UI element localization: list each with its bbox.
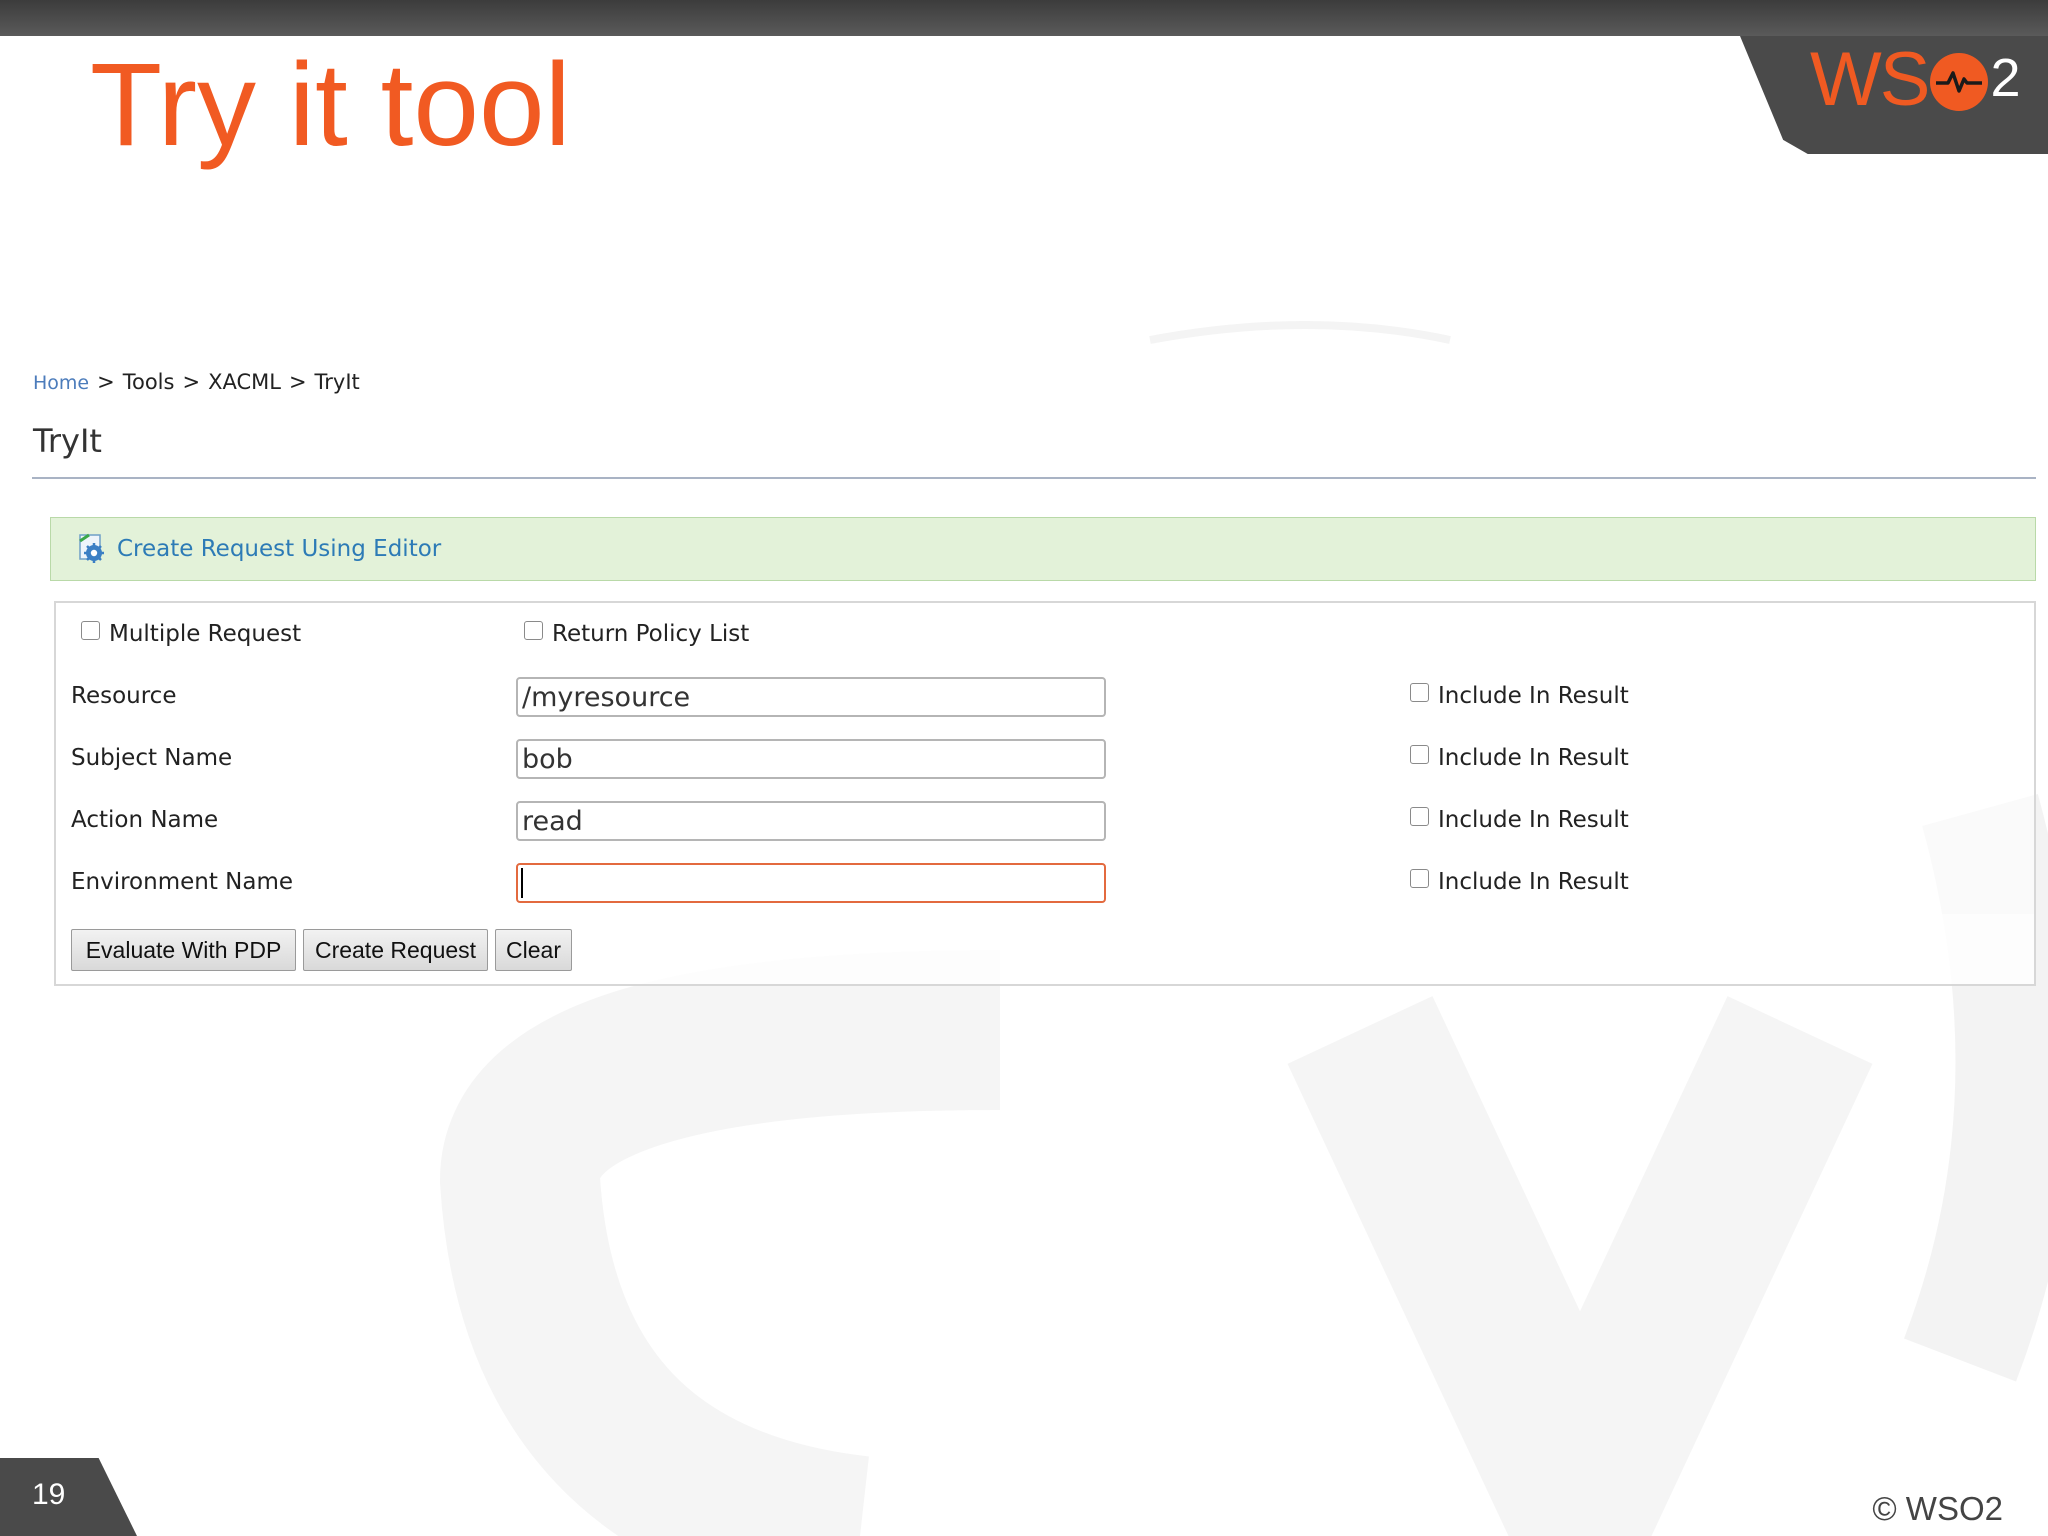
multiple-request-checkbox[interactable] — [81, 621, 100, 640]
resource-include-label: Include In Result — [1438, 683, 1629, 709]
wso2-logo: WS 2 — [1810, 30, 2020, 130]
return-policy-list-label: Return Policy List — [552, 621, 750, 647]
breadcrumb-separator: > — [97, 370, 115, 394]
action-name-label: Action Name — [71, 807, 219, 833]
breadcrumb-separator: > — [182, 370, 201, 394]
clear-button[interactable]: Clear — [495, 929, 572, 971]
logo-ws-text: WS — [1810, 37, 1930, 122]
subject-name-input[interactable] — [516, 739, 1106, 779]
subject-include-checkbox[interactable] — [1410, 745, 1429, 764]
environment-name-label: Environment Name — [71, 869, 294, 895]
slide-number: 19 — [32, 1478, 66, 1511]
resource-include-checkbox[interactable] — [1410, 683, 1429, 702]
environment-include-checkbox[interactable] — [1410, 869, 1429, 888]
logo-subscript: 2 — [1990, 48, 2021, 108]
heading-divider — [32, 477, 2036, 479]
resource-label: Resource — [71, 683, 177, 709]
return-policy-list-checkbox[interactable] — [524, 621, 543, 640]
copyright-notice: © WSO2 — [1872, 1490, 2003, 1527]
breadcrumb-xacml: XACML — [208, 370, 281, 394]
gear-document-icon — [77, 533, 109, 565]
text-caret — [521, 868, 523, 898]
action-include-label: Include In Result — [1438, 807, 1629, 833]
action-name-input[interactable] — [516, 801, 1106, 841]
multiple-request-label: Multiple Request — [109, 621, 302, 647]
breadcrumb-tryit: TryIt — [314, 370, 360, 394]
environment-name-input[interactable] — [516, 863, 1106, 903]
subject-include-label: Include In Result — [1438, 745, 1629, 771]
heartbeat-icon — [1930, 53, 1989, 111]
slide-title: Try it tool — [90, 39, 571, 171]
breadcrumb-tools: Tools — [122, 370, 175, 394]
evaluate-with-pdp-button[interactable]: Evaluate With PDP — [71, 929, 296, 971]
editor-link-label: Create Request Using Editor — [117, 536, 442, 562]
subject-name-label: Subject Name — [71, 745, 233, 771]
create-request-button[interactable]: Create Request — [303, 929, 488, 971]
create-request-editor-link[interactable]: Create Request Using Editor — [77, 533, 441, 565]
action-include-checkbox[interactable] — [1410, 807, 1429, 826]
environment-include-label: Include In Result — [1438, 869, 1629, 895]
breadcrumb-home[interactable]: Home — [33, 372, 89, 394]
page-title: TryIt — [33, 422, 102, 460]
breadcrumb-separator: > — [288, 370, 307, 394]
breadcrumb: Home > Tools > XACML > TryIt — [33, 370, 360, 394]
editor-bar: Create Request Using Editor — [50, 517, 2036, 581]
resource-input[interactable] — [516, 677, 1106, 717]
